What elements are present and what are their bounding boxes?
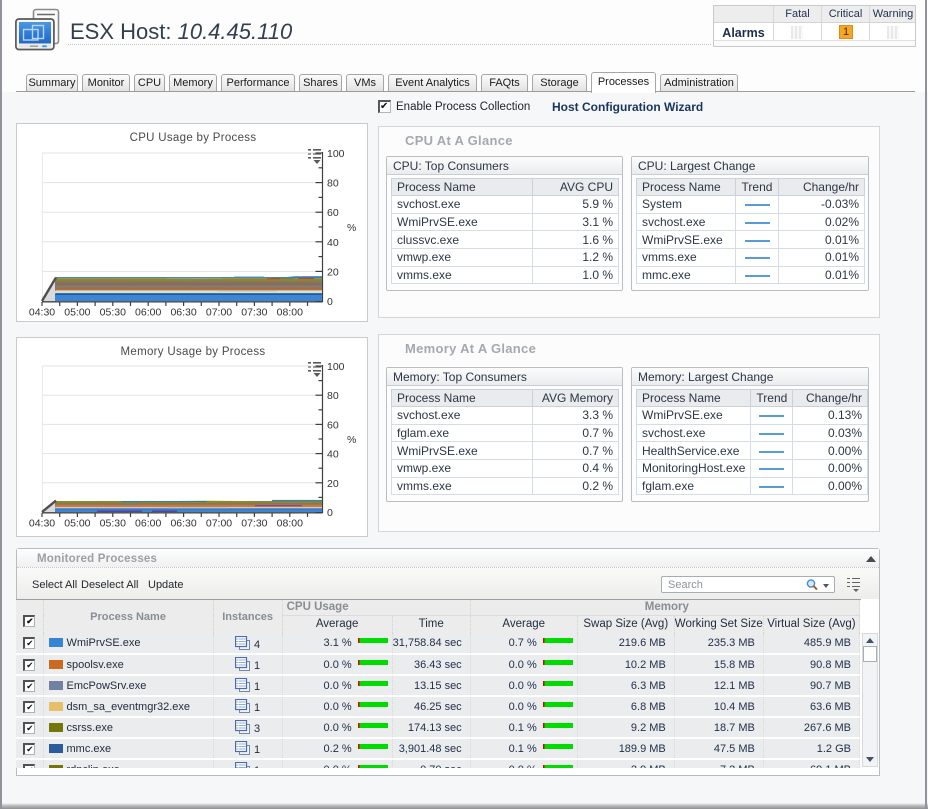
svg-text:80: 80	[327, 390, 339, 402]
svg-text:0: 0	[327, 296, 333, 308]
svg-text:07:30: 07:30	[241, 518, 267, 530]
svg-text:05:30: 05:30	[100, 518, 126, 530]
svg-text:06:30: 06:30	[170, 518, 196, 530]
svg-text:04:30: 04:30	[29, 518, 55, 530]
svg-text:Memory Usage by Process: Memory Usage by Process	[121, 346, 266, 358]
svg-text:80: 80	[327, 178, 339, 190]
svg-text:05:00: 05:00	[64, 518, 90, 530]
svg-text:08:00: 08:00	[277, 518, 303, 530]
svg-text:07:00: 07:00	[206, 518, 232, 530]
svg-text:100: 100	[327, 361, 345, 373]
svg-text:07:30: 07:30	[241, 307, 267, 319]
svg-text:%: %	[347, 222, 356, 234]
svg-text:0: 0	[327, 507, 333, 519]
svg-text:07:00: 07:00	[206, 307, 232, 319]
svg-text:CPU Usage by Process: CPU Usage by Process	[130, 132, 257, 144]
svg-text:60: 60	[327, 419, 339, 431]
svg-text:40: 40	[327, 237, 339, 249]
svg-text:06:30: 06:30	[170, 307, 196, 319]
svg-text:100: 100	[327, 148, 345, 160]
svg-text:20: 20	[327, 266, 339, 278]
svg-text:05:00: 05:00	[64, 307, 90, 319]
svg-text:04:30: 04:30	[29, 307, 55, 319]
svg-text:06:00: 06:00	[135, 518, 161, 530]
svg-text:05:30: 05:30	[100, 307, 126, 319]
svg-text:06:00: 06:00	[135, 307, 161, 319]
svg-text:08:00: 08:00	[277, 307, 303, 319]
svg-text:40: 40	[327, 449, 339, 461]
svg-text:%: %	[347, 434, 356, 446]
svg-text:60: 60	[327, 207, 339, 219]
svg-text:20: 20	[327, 478, 339, 490]
